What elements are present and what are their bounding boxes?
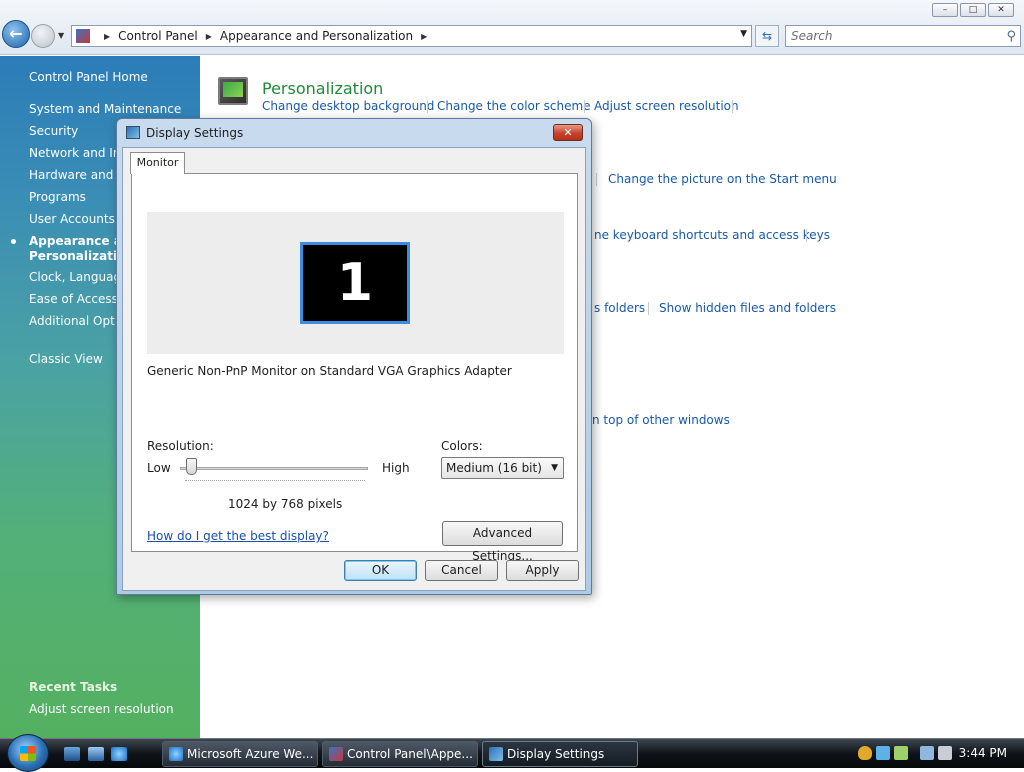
link-screen-resolution[interactable]: Adjust screen resolution: [594, 99, 739, 113]
nav-ease-of-access[interactable]: Ease of Access: [29, 292, 118, 306]
control-panel-icon: [329, 747, 343, 761]
recent-task-adjust-resolution[interactable]: Adjust screen resolution: [29, 702, 174, 716]
resolution-low-label: Low: [147, 461, 171, 475]
cancel-button[interactable]: Cancel: [425, 560, 498, 581]
search-icon[interactable]: ⚲: [1006, 27, 1016, 47]
link-folders[interactable]: s folders: [594, 301, 645, 315]
taskbar: Microsoft Azure We... Control Panel\Appe…: [0, 734, 1024, 772]
explorer-toolbar: – □ ✕ ← ▼ ▶ Control Panel ▶ Appearance a…: [0, 0, 1024, 55]
monitor-tab-panel: 1 Generic Non-PnP Monitor on Standard VG…: [131, 173, 578, 563]
search-placeholder: Search: [791, 29, 833, 43]
resolution-high-label: High: [382, 461, 410, 475]
ok-button[interactable]: OK: [344, 560, 417, 581]
display-settings-icon: [489, 747, 503, 761]
recent-tasks-heading: Recent Tasks: [29, 680, 118, 694]
colors-selected-value: Medium (16 bit): [446, 461, 542, 475]
refresh-button[interactable]: ⇆: [755, 25, 779, 47]
link-keyboard-shortcuts[interactable]: ne keyboard shortcuts and access keys: [594, 228, 830, 242]
switch-windows-icon[interactable]: [88, 747, 104, 761]
start-button[interactable]: [7, 734, 49, 772]
close-icon: ✕: [563, 126, 573, 139]
refresh-icon: ⇆: [761, 29, 773, 43]
nav-clock-language[interactable]: Clock, Language: [29, 270, 128, 284]
resolution-label: Resolution:: [147, 439, 214, 453]
close-window-button[interactable]: ✕: [988, 3, 1014, 17]
minimize-button[interactable]: –: [932, 3, 958, 17]
breadcrumb-control-panel[interactable]: Control Panel: [118, 29, 198, 43]
link-top-of-windows[interactable]: n top of other windows: [592, 413, 730, 427]
security-shield-icon[interactable]: [858, 746, 872, 760]
personalization-title[interactable]: Personalization: [262, 79, 383, 98]
taskbar-button-display-settings[interactable]: Display Settings: [482, 741, 638, 767]
chevron-down-icon: ▼: [551, 463, 558, 473]
monitor-name: Generic Non-PnP Monitor on Standard VGA …: [147, 364, 512, 378]
resolution-slider-track[interactable]: [180, 467, 368, 470]
link-start-menu-picture[interactable]: Change the picture on the Start menu: [608, 172, 837, 186]
taskbar-label: Microsoft Azure We...: [187, 747, 314, 761]
nav-classic-view[interactable]: Classic View: [29, 352, 103, 366]
dialog-title: Display Settings: [146, 126, 244, 140]
taskbar-button-browser[interactable]: Microsoft Azure We...: [162, 741, 318, 767]
back-button[interactable]: ←: [2, 20, 30, 48]
nav-additional-options[interactable]: Additional Optio: [29, 314, 126, 328]
window-controls: – □ ✕: [932, 3, 1014, 17]
breadcrumb-appearance[interactable]: Appearance and Personalization: [220, 29, 413, 43]
system-tray: 3:44 PM: [854, 739, 1024, 768]
display-settings-dialog: Display Settings ✕ Monitor 1 Generic Non…: [116, 118, 592, 595]
divider: [648, 302, 649, 315]
advanced-settings-button[interactable]: Advanced Settings...: [442, 521, 563, 563]
divider: [427, 100, 428, 113]
monitor-preview-area: 1: [147, 212, 564, 354]
nav-control-panel-home[interactable]: Control Panel Home: [29, 70, 148, 84]
network-connection-icon[interactable]: [920, 746, 934, 760]
link-color-scheme[interactable]: Change the color scheme: [437, 99, 591, 113]
dialog-close-button[interactable]: ✕: [553, 124, 583, 141]
colors-select[interactable]: Medium (16 bit) ▼: [441, 457, 564, 479]
slider-ticks: [185, 480, 365, 483]
network-icon[interactable]: [876, 746, 890, 760]
forward-button[interactable]: [31, 24, 55, 48]
address-bar[interactable]: ▶ Control Panel ▶ Appearance and Persona…: [71, 25, 752, 47]
help-best-display-link[interactable]: How do I get the best display?: [147, 529, 329, 543]
ie-quicklaunch-icon[interactable]: [111, 747, 127, 761]
personalization-icon: [218, 77, 248, 105]
chevron-right-icon[interactable]: ▶: [206, 32, 212, 41]
chevron-right-icon[interactable]: ▶: [104, 32, 110, 41]
show-desktop-icon[interactable]: [64, 747, 80, 761]
dialog-body: Monitor 1 Generic Non-PnP Monitor on Sta…: [122, 147, 586, 591]
display-settings-icon: [126, 126, 140, 139]
tab-monitor[interactable]: Monitor: [130, 152, 185, 174]
nav-network[interactable]: Network and Int: [29, 146, 125, 160]
monitor-1-icon[interactable]: 1: [300, 242, 410, 324]
link-desktop-background[interactable]: Change desktop background: [262, 99, 434, 113]
maximize-button[interactable]: □: [960, 3, 986, 17]
divider: [584, 100, 585, 113]
link-hidden-files[interactable]: Show hidden files and folders: [659, 301, 836, 315]
recent-pages-dropdown[interactable]: ▼: [58, 31, 64, 40]
taskbar-label: Display Settings: [507, 747, 605, 761]
apply-button[interactable]: Apply: [506, 560, 579, 581]
divider: [806, 229, 807, 242]
divider: [596, 173, 597, 186]
address-dropdown-icon[interactable]: ▼: [740, 29, 747, 39]
colors-label: Colors:: [441, 439, 483, 453]
resolution-value: 1024 by 768 pixels: [228, 497, 343, 511]
nav-user-accounts[interactable]: User Accounts: [29, 212, 115, 226]
volume-muted-icon[interactable]: [938, 746, 952, 760]
back-arrow-icon: ←: [9, 24, 23, 43]
control-panel-icon: [76, 29, 90, 43]
nav-security[interactable]: Security: [29, 124, 78, 138]
taskbar-button-control-panel[interactable]: Control Panel\Appe...: [322, 741, 478, 767]
clock[interactable]: 3:44 PM: [959, 746, 1007, 760]
windows-update-icon[interactable]: [894, 746, 908, 760]
nav-programs[interactable]: Programs: [29, 190, 86, 204]
nav-system-maintenance[interactable]: System and Maintenance: [29, 102, 181, 116]
divider: [732, 100, 733, 113]
taskbar-label: Control Panel\Appe...: [347, 747, 473, 761]
chevron-right-icon[interactable]: ▶: [421, 32, 427, 41]
ie-icon: [169, 747, 183, 761]
search-input[interactable]: Search ⚲: [785, 25, 1021, 47]
current-item-bullet-icon: [11, 239, 16, 244]
resolution-slider-thumb[interactable]: [186, 458, 197, 475]
